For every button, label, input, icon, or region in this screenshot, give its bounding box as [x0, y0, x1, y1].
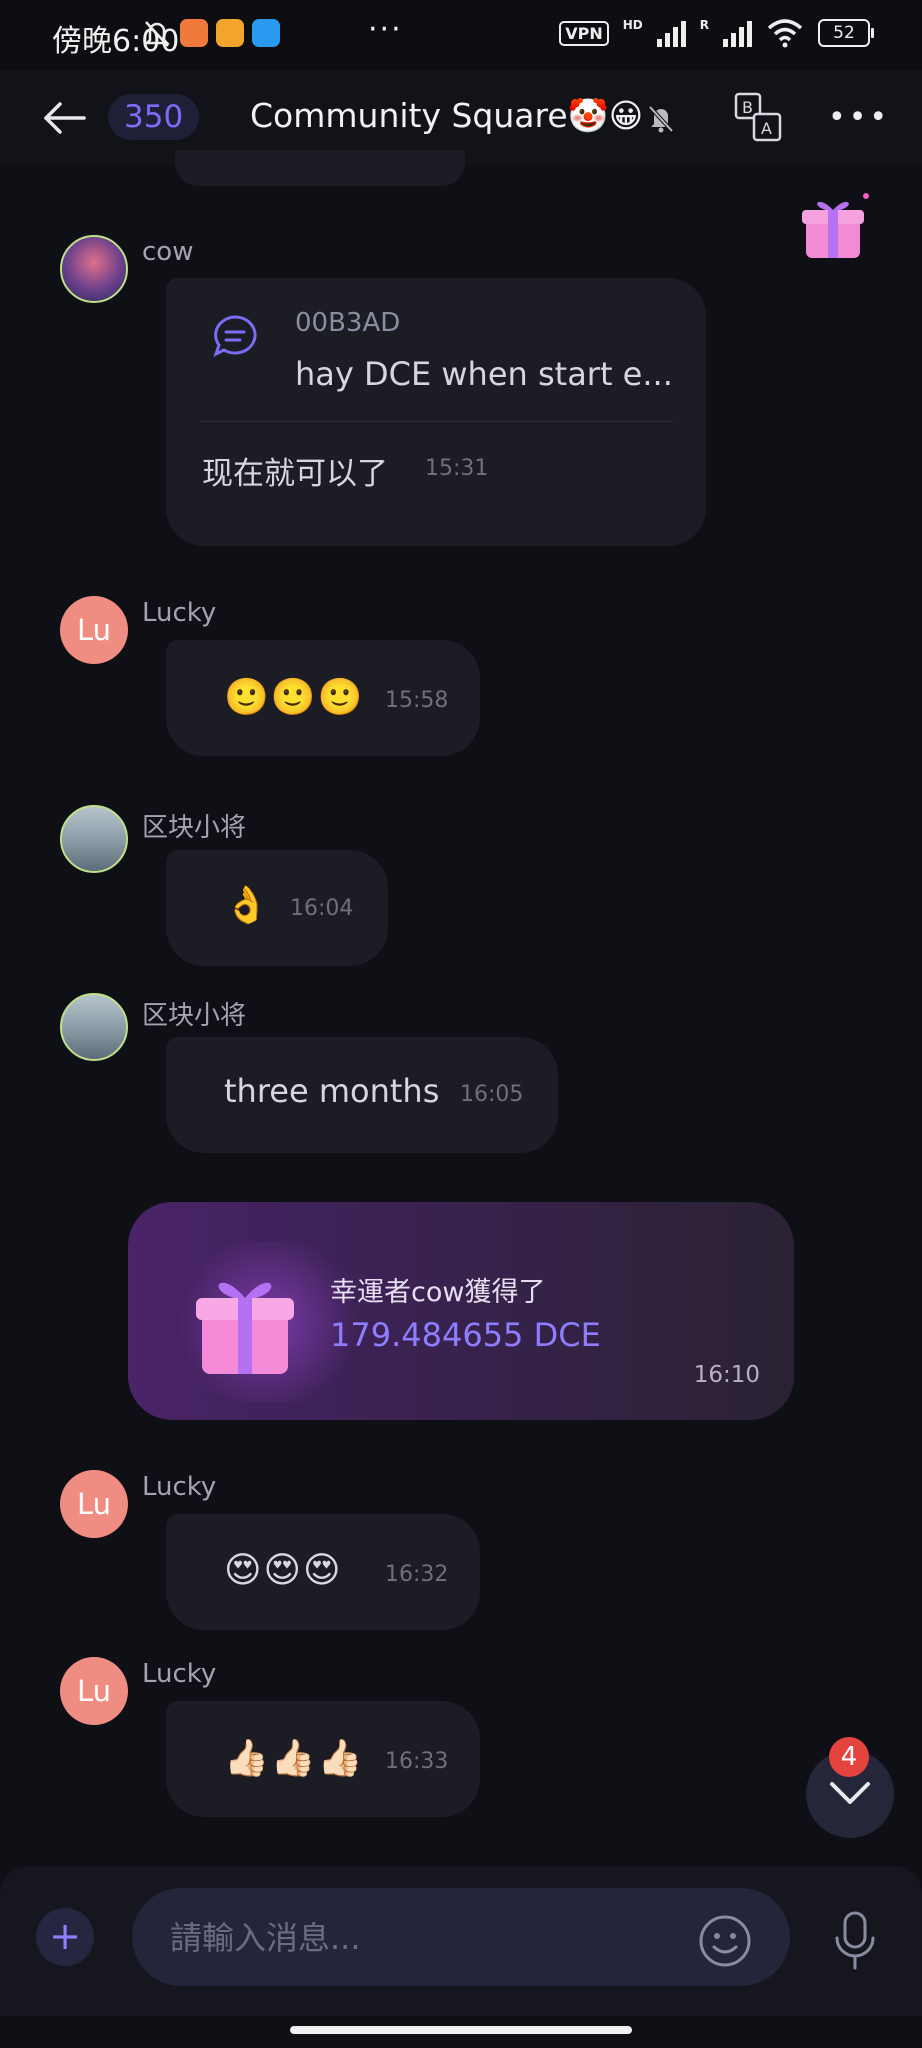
message-text: 现在就可以了 — [202, 456, 388, 492]
message-time: 16:33 — [385, 1749, 449, 1774]
avatar[interactable]: Lu — [60, 1657, 128, 1725]
gift-icon[interactable] — [796, 188, 872, 264]
message-time: 15:31 — [425, 456, 489, 481]
reply-snippet[interactable]: hay DCE when start e... — [295, 355, 673, 393]
more-icon[interactable]: ••• — [828, 100, 890, 135]
wifi-icon — [767, 19, 803, 48]
chat-title[interactable]: Community Square🤡😀 — [250, 96, 643, 136]
member-count-badge[interactable]: 350 — [108, 94, 200, 140]
message-input[interactable] — [168, 1888, 692, 1988]
back-arrow-icon[interactable] — [40, 96, 88, 140]
chevron-down-icon — [830, 1782, 870, 1804]
message-input-container[interactable] — [132, 1888, 790, 1988]
packet-amount: 179.484655 DCE — [330, 1316, 601, 1354]
gift-icon — [196, 1282, 294, 1374]
home-indicator[interactable] — [290, 2026, 632, 2034]
vpn-indicator: VPN — [559, 20, 609, 46]
svg-text:B: B — [742, 98, 753, 117]
avatar[interactable]: Lu — [60, 1470, 128, 1538]
message-text: 👌 — [224, 885, 271, 926]
status-bar: 傍晚6:00 ··· VPN HD R 52 — [0, 0, 922, 70]
message-composer: + — [0, 1866, 922, 2016]
mute-bell-icon — [648, 105, 674, 133]
network-r-label: R — [699, 18, 709, 32]
status-more-indicator: ··· — [368, 12, 403, 47]
message-time: 15:58 — [385, 688, 449, 713]
notification-app-icon — [252, 19, 280, 47]
svg-text:A: A — [761, 119, 772, 138]
reply-sender: 00B3AD — [295, 308, 401, 338]
sender-name: 区块小将 — [142, 1001, 247, 1031]
signal-icon — [656, 19, 686, 47]
translate-icon[interactable]: B A — [734, 92, 782, 142]
sender-name: 区块小将 — [142, 813, 247, 843]
microphone-icon[interactable] — [830, 1910, 880, 1972]
message-bubble[interactable] — [166, 850, 388, 966]
sender-name: Lucky — [142, 1659, 217, 1689]
message-text: 🙂🙂🙂 — [224, 677, 365, 718]
network-hd-label: HD — [622, 18, 643, 32]
reply-quote-icon — [213, 315, 257, 357]
battery-indicator: 52 — [818, 19, 874, 47]
sender-name: Lucky — [142, 598, 217, 628]
red-packet-card[interactable]: 幸運者cow獲得了 179.484655 DCE 16:10 — [128, 1202, 794, 1420]
notification-app-icon — [180, 19, 208, 47]
unread-count-badge: 4 — [829, 1737, 869, 1777]
previous-message-bubble — [175, 150, 465, 186]
sender-name: cow — [142, 237, 194, 267]
message-time: 16:32 — [385, 1562, 449, 1587]
reply-divider — [200, 421, 673, 422]
avatar[interactable] — [60, 993, 128, 1061]
avatar[interactable] — [60, 805, 128, 873]
message-time: 16:10 — [693, 1362, 760, 1388]
notification-app-icon — [216, 19, 244, 47]
plus-icon[interactable]: + — [36, 1908, 94, 1966]
message-text: three months — [224, 1072, 440, 1110]
message-time: 16:05 — [460, 1082, 524, 1107]
avatar[interactable]: Lu — [60, 596, 128, 664]
packet-winner-text: 幸運者cow獲得了 — [330, 1277, 546, 1308]
sender-name: Lucky — [142, 1472, 217, 1502]
smile-icon[interactable] — [698, 1914, 752, 1968]
message-time: 16:04 — [290, 896, 354, 921]
status-right-cluster: VPN HD R 52 — [559, 18, 874, 48]
avatar[interactable] — [60, 235, 128, 303]
signal-icon — [723, 19, 752, 47]
message-text: 😍😍😍 — [224, 1550, 343, 1591]
message-text: 👍🏻👍🏻👍🏻 — [224, 1738, 365, 1779]
silent-icon — [143, 21, 171, 47]
